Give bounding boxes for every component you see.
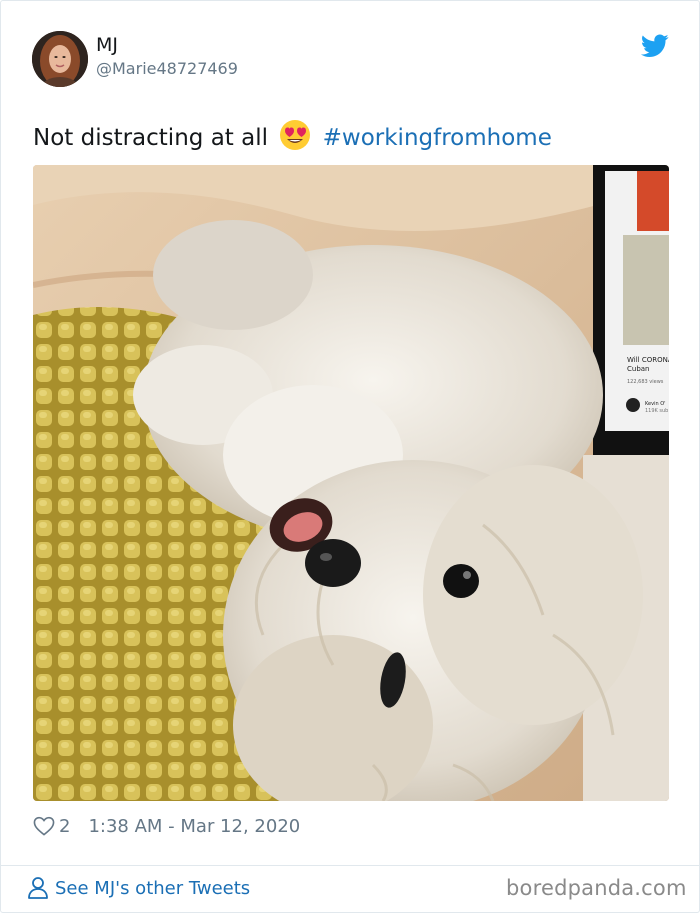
hashtag-link[interactable]: #workingfromhome <box>323 125 552 151</box>
tweet-card: MJ @Marie48727469 Not distracting at all… <box>0 0 700 913</box>
laptop-text-views: 122,683 views <box>627 379 664 385</box>
laptop-text-subs: 119K sub <box>645 408 668 414</box>
see-other-tweets-label[interactable]: See MJ's other Tweets <box>55 878 250 899</box>
tweet-text-body: Not distracting at all <box>33 125 268 151</box>
avatar[interactable] <box>32 31 88 87</box>
laptop-text-title1: Will CORONA <box>627 356 669 364</box>
avatar-image <box>32 31 88 87</box>
watermark: boredpanda.com <box>506 876 687 900</box>
laptop-text-channel: Kevin O' <box>645 401 666 407</box>
dog-photo-image: Will CORONA Cuban 122,683 views Kevin O'… <box>33 165 669 801</box>
author-name[interactable]: MJ <box>96 34 118 56</box>
like-count[interactable]: 2 <box>59 816 70 837</box>
tweet-text: Not distracting at all #workingfromhome <box>33 119 552 162</box>
person-icon <box>28 877 48 899</box>
see-other-tweets-link[interactable]: See MJ's other Tweets <box>27 876 250 900</box>
heart-eyes-emoji-icon <box>279 119 311 162</box>
tweet-photo[interactable]: Will CORONA Cuban 122,683 views Kevin O'… <box>33 165 669 801</box>
tweet-meta: 2 1:38 AM - Mar 12, 2020 <box>33 813 300 839</box>
footer-divider <box>1 865 699 866</box>
twitter-bird-icon[interactable] <box>641 34 669 58</box>
laptop-text-title2: Cuban <box>627 365 650 373</box>
author-handle[interactable]: @Marie48727469 <box>96 59 238 78</box>
tweet-timestamp[interactable]: 1:38 AM - Mar 12, 2020 <box>88 816 300 837</box>
heart-icon[interactable] <box>33 816 55 836</box>
